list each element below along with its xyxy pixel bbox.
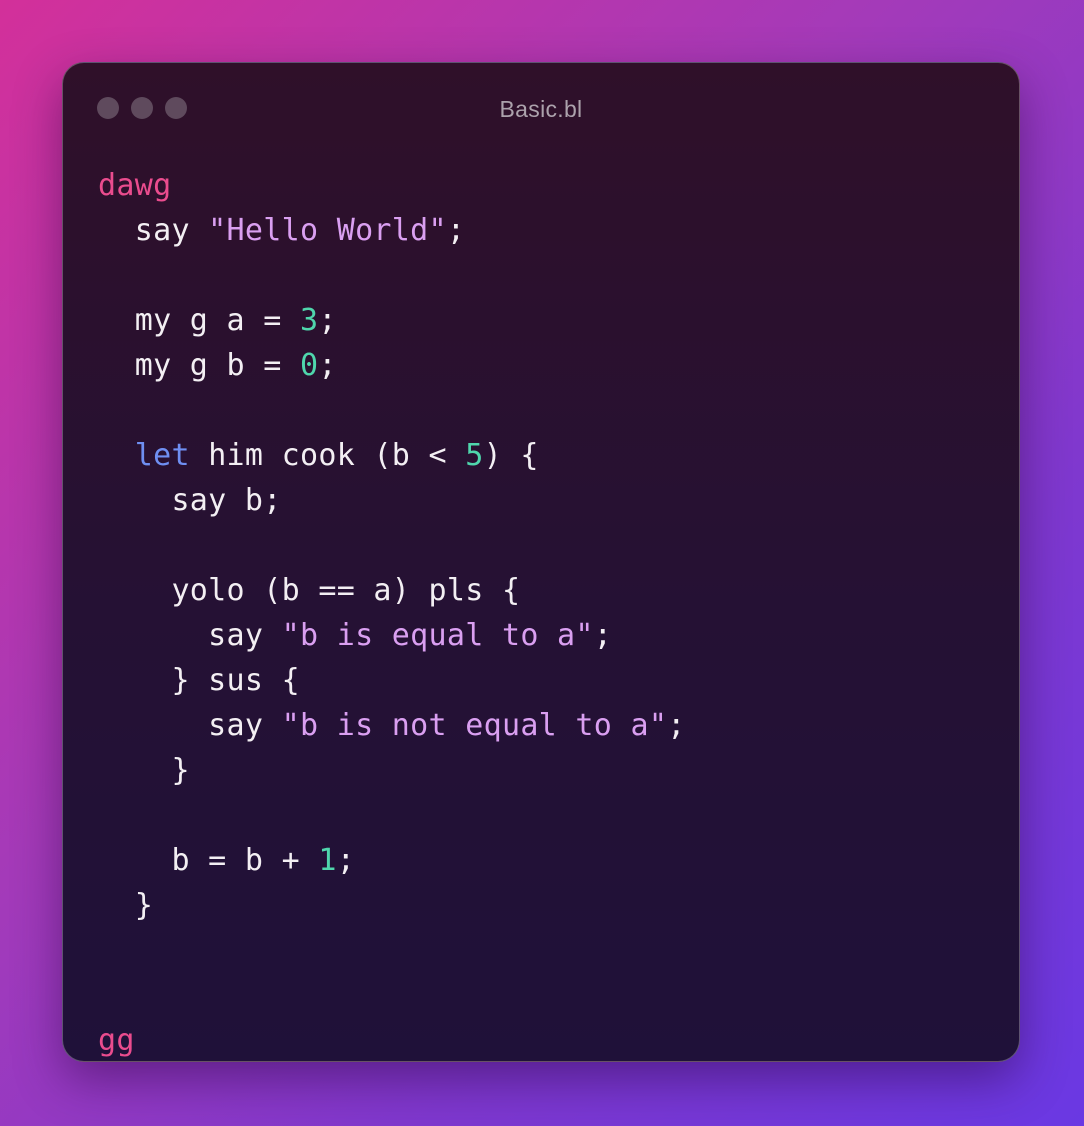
code-token: ; — [336, 843, 356, 878]
code-line: my g b = 0; — [98, 343, 686, 388]
window-title: Basic.bl — [499, 96, 583, 122]
code-line: } sus { — [98, 658, 686, 703]
code-token: } — [98, 753, 190, 788]
code-token: my g a = — [98, 303, 300, 338]
code-token: ) { — [483, 438, 539, 473]
code-line: say b; — [98, 478, 686, 523]
code-token: 3 — [299, 303, 319, 338]
code-editor[interactable]: dawg say "Hello World"; my g a = 3; my g… — [98, 163, 686, 1063]
code-token: } sus { — [98, 663, 300, 698]
code-line: gg — [98, 1018, 686, 1063]
code-line: dawg — [98, 163, 686, 208]
code-token: say — [98, 618, 282, 653]
code-token: "b is not equal to a" — [281, 708, 668, 743]
code-line: say "Hello World"; — [98, 208, 686, 253]
code-token: ; — [318, 303, 337, 338]
code-token: ; — [593, 618, 613, 653]
code-token: say b; — [98, 483, 282, 518]
code-line: let him cook (b < 5) { — [98, 433, 686, 478]
code-token: say — [98, 213, 209, 248]
code-line: b = b + 1; — [98, 838, 686, 883]
code-token: yolo (b == a) pls { — [98, 573, 521, 608]
title-bar: Basic.bl — [63, 63, 1019, 155]
code-line: yolo (b == a) pls { — [98, 568, 686, 613]
code-token: say — [98, 708, 282, 743]
code-token: b = b + — [98, 843, 319, 878]
code-token: ; — [446, 213, 466, 248]
code-token: "b is equal to a" — [281, 618, 594, 653]
code-token: 1 — [318, 843, 337, 878]
code-token: gg — [98, 1023, 135, 1058]
code-token: let — [134, 438, 190, 473]
code-token: dawg — [98, 168, 172, 203]
code-token: ; — [667, 708, 686, 743]
code-token: 0 — [299, 348, 319, 383]
code-token: ; — [318, 348, 337, 383]
code-token: } — [98, 888, 154, 923]
code-line: } — [98, 883, 686, 928]
code-line: } — [98, 748, 686, 793]
code-token: him cook (b < — [189, 438, 466, 473]
code-token: my g b = — [98, 348, 300, 383]
code-token: 5 — [465, 438, 484, 473]
code-line: say "b is not equal to a"; — [98, 703, 686, 748]
code-line: say "b is equal to a"; — [98, 613, 686, 658]
code-window: Basic.bl dawg say "Hello World"; my g a … — [62, 62, 1020, 1062]
code-token: "Hello World" — [208, 213, 447, 248]
code-line: my g a = 3; — [98, 298, 686, 343]
